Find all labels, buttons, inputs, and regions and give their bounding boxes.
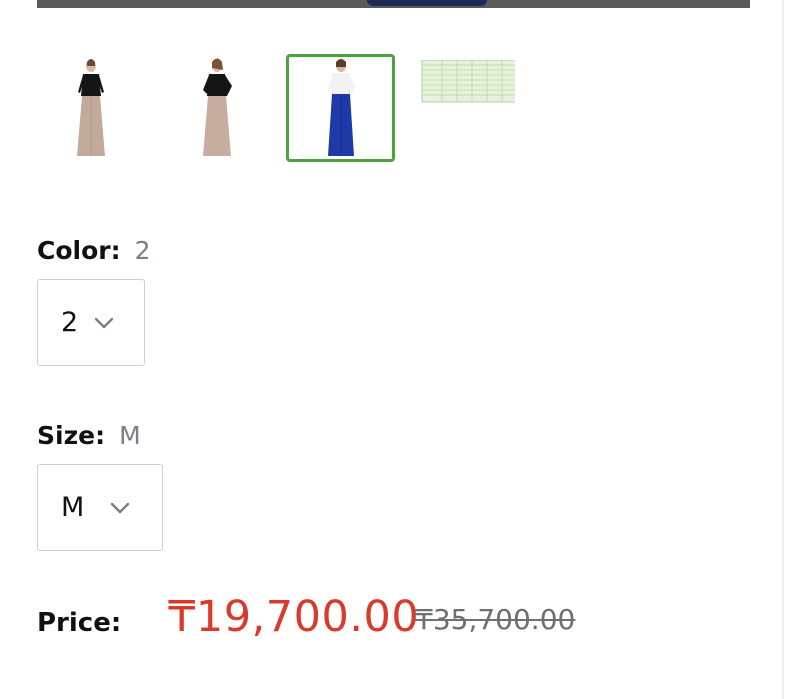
current-price: ₸19,700.00 — [168, 592, 420, 642]
image-bottom-edge — [367, 0, 487, 6]
chevron-down-icon — [110, 502, 130, 514]
size-select-value: M — [61, 492, 85, 523]
color-label: Color: — [37, 236, 121, 265]
size-chart-table-icon — [421, 60, 515, 103]
chevron-down-icon — [94, 317, 114, 329]
color-select[interactable]: 2 — [37, 279, 145, 366]
dress-blue-skirt-icon — [326, 59, 356, 156]
price-label: Price: — [37, 608, 122, 638]
dress-thumbnail-3[interactable] — [286, 54, 395, 162]
size-chart-thumbnail[interactable] — [412, 54, 520, 162]
dress-black-top-side-icon — [203, 58, 232, 156]
color-selected-value: 2 — [134, 236, 151, 265]
dress-thumbnail-2[interactable] — [163, 54, 271, 162]
size-selected-value: M — [119, 421, 141, 450]
size-select[interactable]: M — [37, 464, 163, 551]
main-product-image — [37, 0, 750, 8]
color-label-row: Color: 2 — [37, 236, 151, 265]
panel-divider — [782, 0, 784, 699]
size-label-row: Size: M — [37, 421, 141, 450]
original-price: ₸35,700.00 — [415, 603, 576, 636]
dress-black-top-icon — [77, 59, 105, 156]
dress-thumbnail-1[interactable] — [37, 54, 145, 162]
size-label: Size: — [37, 421, 106, 450]
color-select-value: 2 — [61, 307, 79, 338]
